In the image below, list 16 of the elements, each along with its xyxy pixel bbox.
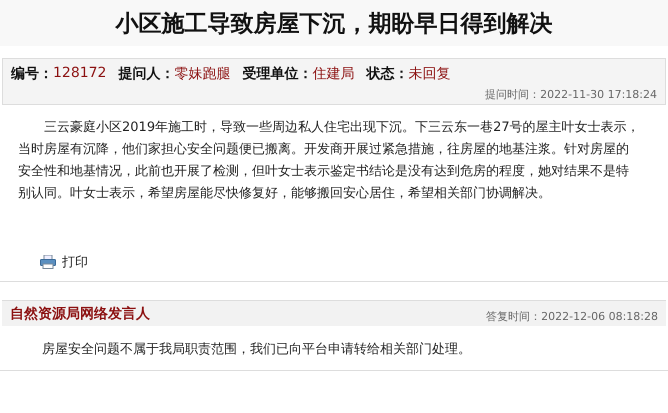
meta-label: 提问人： <box>118 65 174 83</box>
reply-time: 答复时间：2022-12-06 08:18:28 <box>486 309 658 324</box>
meta-label: 状态： <box>366 65 408 83</box>
print-link[interactable]: 打印 <box>40 253 88 271</box>
meta-label: 编号： <box>11 65 53 83</box>
meta-value: 零妹跑腿 <box>174 65 230 83</box>
meta-value: 住建局 <box>312 65 354 83</box>
reply-author: 自然资源局网络发言人 <box>10 304 150 322</box>
meta-value: 未回复 <box>408 65 450 83</box>
reply-text: 房屋安全问题不属于我局职责范围，我们已向平台申请转给相关部门处理。 <box>42 341 472 358</box>
question-text: 三云豪庭小区2019年施工时，导致一些周边私人住宅出现下沉。下三云东一巷27号的屋主叶女士表示，当时房屋有沉降，他们家担心安全问题便已搬离。开发商开展过紧急措施，往房屋的地基注浆。针对房屋的安全性和地基情况，此前也开展了检测，但叶女士表示鉴定书结论是没有达到危房的程度，她对结果不是特别认同。叶女士表示，希望房屋能尽快修复好，能够搬回安心居住，希望相关部门协调解决。 <box>18 119 640 203</box>
meta-label: 受理单位： <box>242 65 312 83</box>
printer-icon <box>40 255 56 269</box>
ask-time: 提问时间：2022-11-30 17:18:24 <box>485 87 657 102</box>
meta-value: 128172 <box>53 65 106 83</box>
page-title: 小区施工导致房屋下沉，期盼早日得到解决 <box>0 0 668 46</box>
